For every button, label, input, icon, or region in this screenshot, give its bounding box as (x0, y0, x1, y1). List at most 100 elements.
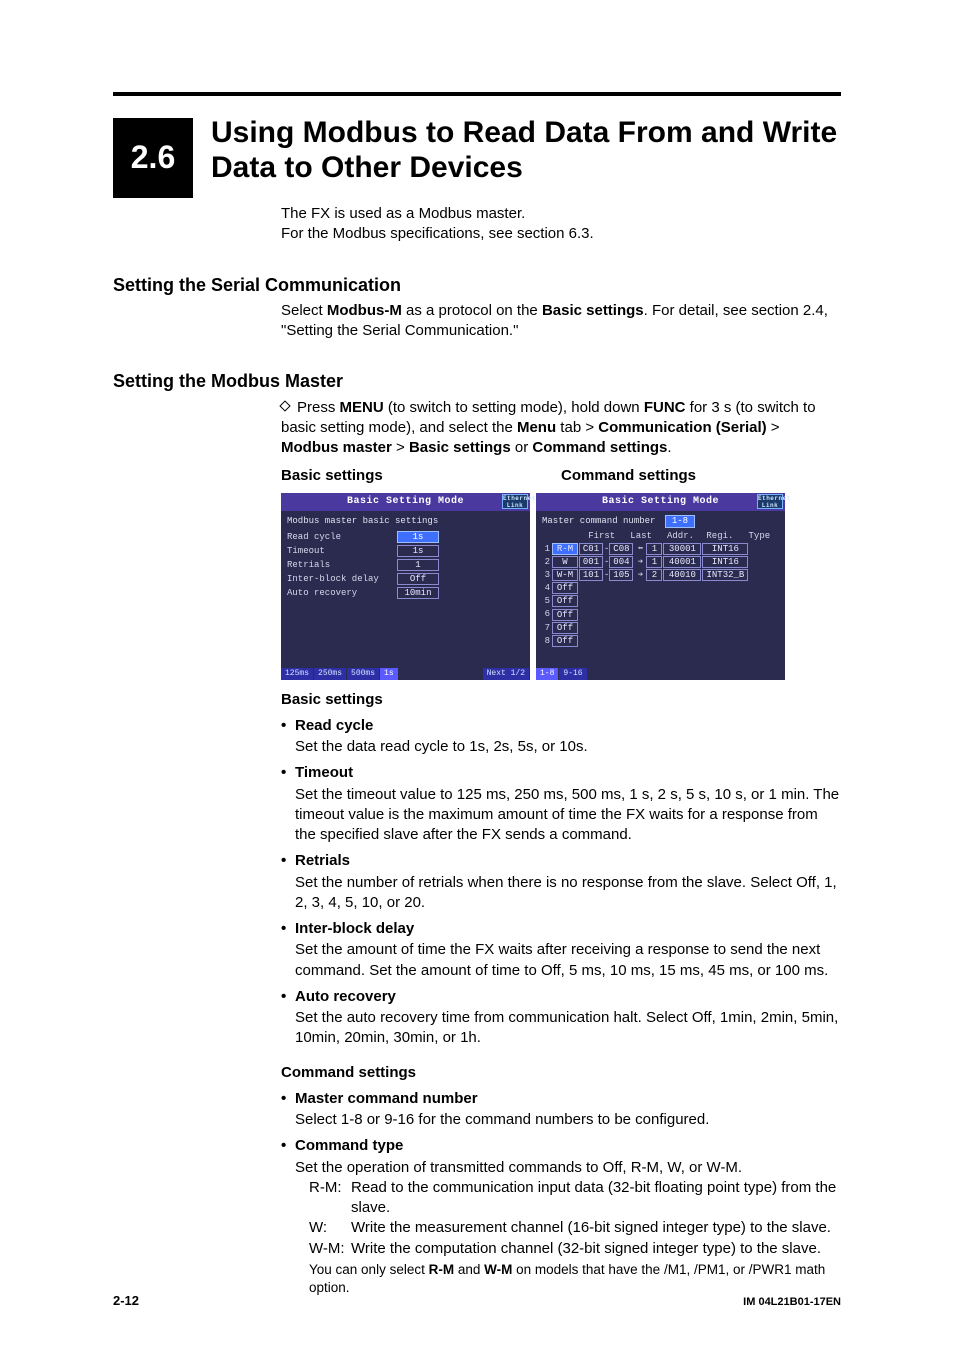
screen-field: Auto recovery10min (287, 587, 524, 599)
cmd-header: FirstLastAddr.Regi.Type (582, 530, 779, 542)
footer-tab: 9-16 (559, 668, 587, 680)
bullet-dot: • (281, 716, 295, 736)
intro-line-2: For the Modbus specifications, see secti… (281, 224, 841, 244)
text: Master command number (542, 516, 655, 526)
text: Press (297, 399, 340, 416)
footer-tab: 1-8 (536, 668, 559, 680)
bullet-timeout: •Timeout (281, 763, 841, 783)
ctype-row: W-M:Write the computation channel (32-bi… (309, 1239, 841, 1259)
bullet-dot: • (281, 851, 295, 871)
screenshot-label-basic: Basic settings (281, 466, 561, 486)
bullet-label: Auto recovery (295, 987, 396, 1007)
ctype-row: W:Write the measurement channel (16-bit … (309, 1218, 841, 1238)
text: > (767, 419, 780, 436)
cmd-row: 5Off (542, 595, 779, 607)
bullet-command-type: • Command type (281, 1136, 841, 1156)
bullet-dot: • (281, 763, 295, 783)
bullet-master-command-number: • Master command number (281, 1089, 841, 1109)
text-bold: Communication (Serial) (598, 419, 766, 436)
text-bold: Modbus master (281, 439, 392, 456)
screen-subtitle: Modbus master basic settings (287, 515, 524, 527)
bullet-body: Set the number of retrials when there is… (295, 873, 841, 914)
cmd-row: 3W-M101-105➔240010INT32_B (542, 569, 779, 581)
h3-command-settings: Command settings (281, 1063, 841, 1083)
cmd-row: 4Off (542, 582, 779, 594)
diamond-icon (279, 400, 290, 411)
bullet-body: Select 1-8 or 9-16 for the command numbe… (295, 1110, 841, 1130)
text: and (454, 1262, 484, 1277)
bullet-label: Master command number (295, 1089, 478, 1109)
cmd-header-cell: Last (621, 530, 660, 542)
bullet-inter-block-delay: •Inter-block delay (281, 919, 841, 939)
bullet-label: Read cycle (295, 716, 373, 736)
screen-field: Timeout1s (287, 545, 524, 557)
text-bold: Modbus-M (327, 302, 402, 319)
band: 1-8 (665, 515, 695, 528)
text-bold: Command settings (532, 439, 667, 456)
h2-serial: Setting the Serial Communication (113, 273, 841, 297)
h2-master: Setting the Modbus Master (113, 369, 841, 393)
section-title: Using Modbus to Read Data From and Write… (211, 116, 841, 185)
bullet-dot: • (281, 1089, 295, 1109)
cmd-header-cell: First (582, 530, 621, 542)
bullet-body: Set the auto recovery time from communic… (295, 1008, 841, 1049)
footer-tab: 500ms (347, 668, 380, 680)
bullet-label: Inter-block delay (295, 919, 414, 939)
bullet-retrials: •Retrials (281, 851, 841, 871)
text-bold: FUNC (644, 399, 686, 416)
text-bold: Menu (517, 419, 556, 436)
bullet-body: Set the amount of time the FX waits afte… (295, 940, 841, 981)
screenshot-label-command: Command settings (561, 466, 841, 486)
cmd-header-cell: Regi. (700, 530, 739, 542)
text: as a protocol on the (402, 302, 542, 319)
bullet-body: Set the operation of transmitted command… (295, 1158, 841, 1178)
ctype-rows: R-M:Read to the communication input data… (309, 1178, 841, 1259)
text: (to switch to setting mode), hold down (384, 399, 644, 416)
screen-title: Basic Setting Mode (602, 496, 719, 507)
screen-field: Retrials1 (287, 559, 524, 571)
screen-title: Basic Setting Mode (347, 496, 464, 507)
bullet-body: Set the data read cycle to 1s, 2s, 5s, o… (295, 737, 841, 757)
cmd-header-cell: Addr. (661, 530, 700, 542)
ethernet-icon: Ethernet Link (757, 494, 783, 509)
footer-tab: 1s (380, 668, 399, 680)
bullet-dot: • (281, 1136, 295, 1156)
bullet-label: Retrials (295, 851, 350, 871)
text-bold: W-M (484, 1262, 512, 1277)
section-heading: 2.6 Using Modbus to Read Data From and W… (113, 116, 841, 198)
intro-line-1: The FX is used as a Modbus master. (281, 204, 841, 224)
cmd-row: 1R-MC01-C08⬅130001INT16 (542, 543, 779, 555)
screen-footer-tabs: 125ms250ms500ms1s Next 1/2 (281, 668, 530, 680)
ctype-note: You can only select R-M and W-M on model… (309, 1261, 841, 1297)
screen-titlebar: Basic Setting Mode Ethernet Link (281, 493, 530, 511)
text: Select (281, 302, 327, 319)
bullet-label: Timeout (295, 763, 353, 783)
top-rule (113, 92, 841, 96)
h3-basic-settings: Basic settings (281, 690, 841, 710)
ctype-row: R-M:Read to the communication input data… (309, 1178, 841, 1219)
text: You can only select (309, 1262, 429, 1277)
text-bold: Basic settings (542, 302, 644, 319)
screenshots-row: Basic Setting Mode Ethernet Link Modbus … (281, 493, 841, 680)
bullet-label: Command type (295, 1136, 403, 1156)
intro-text: The FX is used as a Modbus master. For t… (281, 204, 841, 245)
serial-body: Select Modbus-M as a protocol on the Bas… (281, 301, 841, 342)
text-bold: MENU (340, 399, 384, 416)
cmd-header-cell: Type (740, 530, 779, 542)
screen-footer-tabs: 1-89-16 (536, 668, 785, 680)
text: . (667, 439, 671, 456)
document-code: IM 04L21B01-17EN (743, 1295, 841, 1310)
section-number: 2.6 (113, 118, 193, 198)
master-step: Press MENU (to switch to setting mode), … (281, 398, 841, 459)
ethernet-icon: Ethernet Link (502, 494, 528, 509)
screenshot-basic: Basic Setting Mode Ethernet Link Modbus … (281, 493, 530, 680)
screen-field: Read cycle1s (287, 531, 524, 543)
screen-titlebar: Basic Setting Mode Ethernet Link (536, 493, 785, 511)
bullet-dot: • (281, 919, 295, 939)
text: > (392, 439, 409, 456)
text: tab > (556, 419, 598, 436)
screenshot-command: Basic Setting Mode Ethernet Link Master … (536, 493, 785, 680)
footer-tab: 250ms (314, 668, 347, 680)
bullet-dot: • (281, 987, 295, 1007)
text-bold: R-M (429, 1262, 455, 1277)
